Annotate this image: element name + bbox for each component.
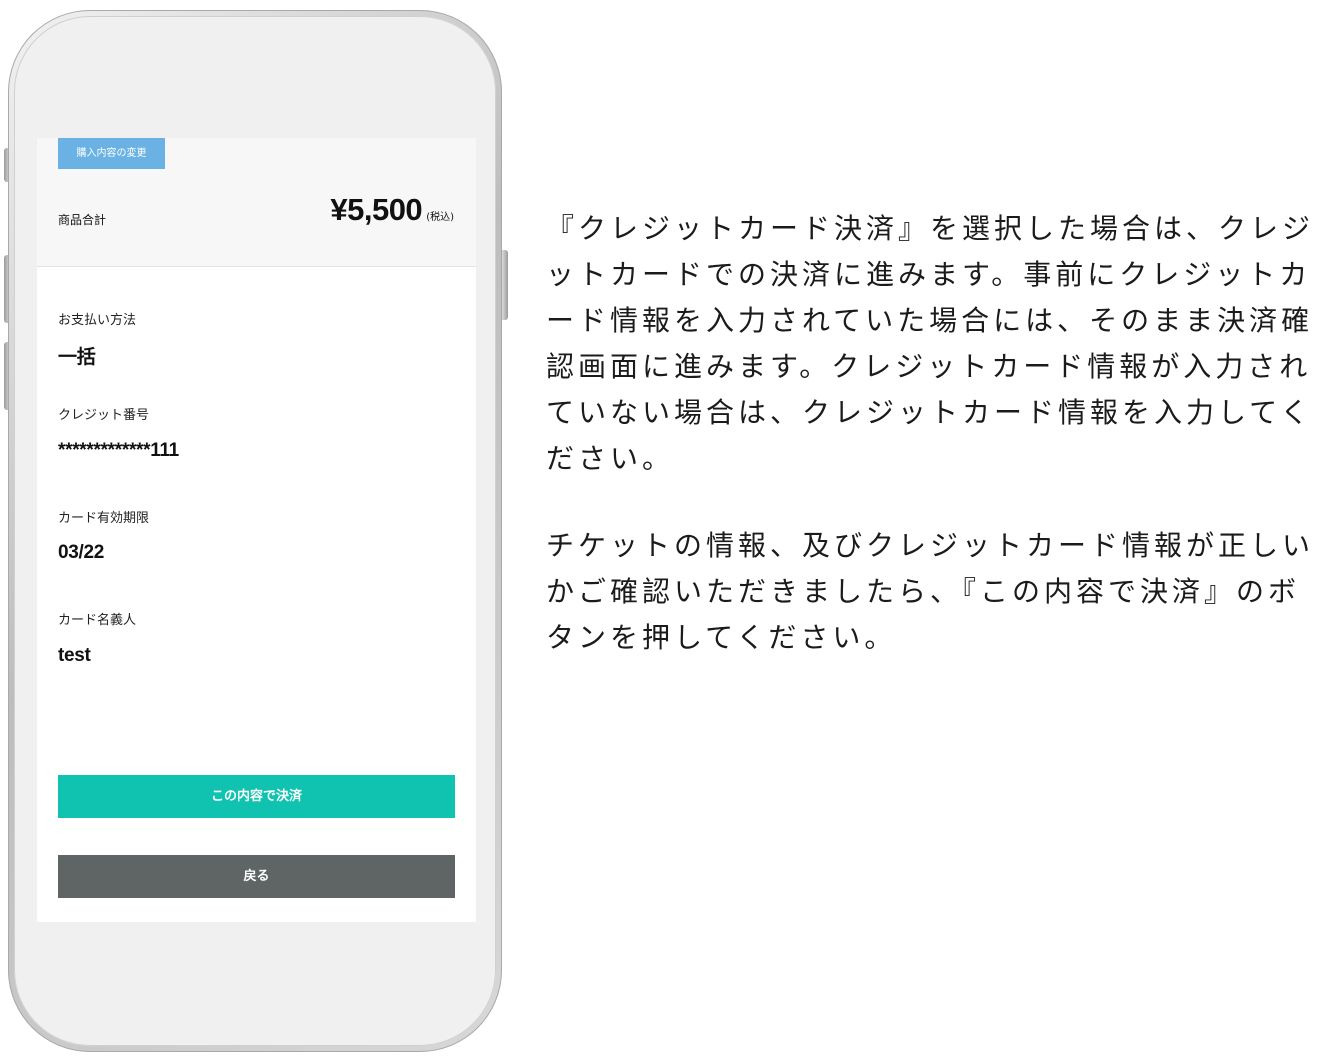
card-number-value: *************111	[58, 440, 179, 461]
total-label: 商品合計	[58, 213, 107, 227]
total-price: ¥5,500	[330, 192, 423, 227]
payment-method-value: 一括	[58, 347, 96, 368]
phone-screen: 購入内容の変更 商品合計 ¥5,500 (税込) お支払い方法 一括 クレジット番…	[37, 138, 476, 922]
tax-note: (税込)	[426, 212, 454, 223]
stage: 購入内容の変更 商品合計 ¥5,500 (税込) お支払い方法 一括 クレジット番…	[0, 0, 1330, 1058]
back-button[interactable]: 戻る	[58, 855, 455, 898]
confirm-payment-button[interactable]: この内容で決済	[58, 775, 455, 818]
card-number-label: クレジット番号	[58, 408, 150, 423]
change-purchase-button[interactable]: 購入内容の変更	[58, 138, 165, 169]
payment-method-label: お支払い方法	[58, 313, 137, 328]
explanation-paragraph-1: 『クレジットカード決済』を選択した場合は、クレジットカードでの決済に進みます。事…	[546, 212, 1315, 475]
card-expiry-label: カード有効期限	[58, 511, 150, 526]
card-holder-value: test	[58, 645, 91, 666]
card-expiry-value: 03/22	[58, 542, 105, 563]
card-holder-label: カード名義人	[58, 613, 137, 628]
explanation-text: 『クレジットカード決済』を選択した場合は、クレジットカードでの決済に進みます。事…	[546, 206, 1314, 702]
total-amount: ¥5,500 (税込)	[330, 192, 454, 228]
order-summary: 購入内容の変更 商品合計 ¥5,500 (税込)	[37, 138, 476, 267]
explanation-paragraph-2: チケットの情報、及びクレジットカード情報が正しいかご確認いただきましたら、『この…	[546, 529, 1315, 654]
